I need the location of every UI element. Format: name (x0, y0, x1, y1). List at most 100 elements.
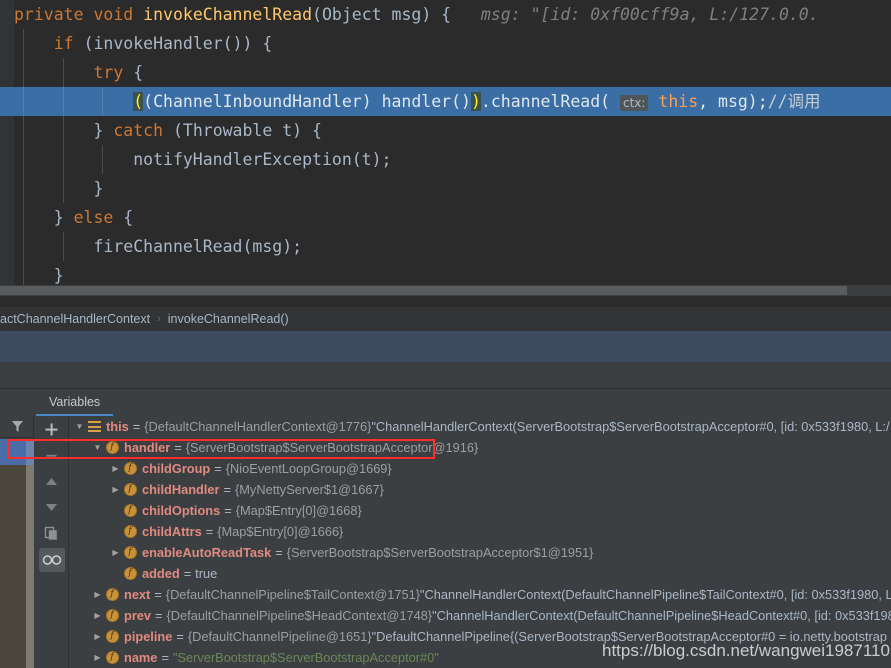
variable-tostring: "ChannelHandlerContext(DefaultChannelPip… (432, 608, 891, 623)
expand-arrow-none (109, 563, 122, 584)
filter-button[interactable] (0, 416, 34, 438)
copy-value-button[interactable] (35, 520, 69, 546)
editor-horizontal-scrollbar[interactable] (0, 285, 891, 296)
code-line[interactable]: } catch (Throwable t) { (0, 116, 891, 145)
expand-arrow-none (109, 500, 122, 521)
variable-value: {MyNettyServer$1@1667} (235, 482, 384, 497)
variable-value: {Map$Entry[0]@1666} (217, 524, 344, 539)
code-token: , msg); (698, 92, 768, 111)
debugger-frames-band (0, 331, 891, 362)
indent-guide (23, 116, 24, 145)
code-token: if (53, 34, 84, 53)
variable-equals: = (275, 545, 283, 560)
tab-variables-label: Variables (49, 394, 101, 409)
variable-value: {ServerBootstrap$ServerBootstrapAcceptor… (185, 440, 479, 455)
variable-tostring: "ChannelHandlerContext(DefaultChannelPip… (419, 587, 891, 602)
variable-row[interactable]: ▶ f next = {DefaultChannelPipeline$TailConte… (69, 584, 891, 605)
variable-equals: = (205, 524, 214, 539)
variable-row[interactable]: ▶ f childHandler = {MyNettyServer$1@1667} (69, 479, 891, 500)
variable-row[interactable]: ▶ f prev = {DefaultChannelPipeline$HeadConte… (69, 605, 891, 626)
breadcrumb-method[interactable]: invokeChannelRead() (168, 312, 289, 326)
code-line[interactable]: notifyHandlerException(t); (0, 145, 891, 174)
variable-row[interactable]: ▶ f childGroup = {NioEventLoopGroup@1669} (69, 458, 891, 479)
expand-arrow-closed-icon[interactable]: ▶ (109, 458, 122, 479)
code-token: private (14, 5, 94, 24)
expand-arrow-open-icon[interactable]: ▼ (91, 437, 104, 458)
expand-arrow-closed-icon[interactable]: ▶ (91, 647, 104, 668)
code-editor[interactable]: private void invokeChannelRead(Object ms… (0, 0, 891, 296)
field-icon: f (104, 650, 120, 666)
code-line[interactable]: ((ChannelInboundHandler) handler()).chan… (0, 87, 891, 116)
source-code[interactable]: private void invokeChannelRead(Object ms… (0, 0, 891, 296)
variable-row[interactable]: ▶ f enableAutoReadTask = {ServerBootstrap$Se… (69, 542, 891, 563)
expand-arrow-open-icon[interactable]: ▼ (73, 416, 86, 437)
expand-arrow-closed-icon[interactable]: ▶ (91, 584, 104, 605)
code-token: { (123, 208, 134, 227)
scrollbar-thumb[interactable] (0, 286, 847, 295)
expand-arrow-none (109, 521, 122, 542)
code-line[interactable]: if (invokeHandler()) { (0, 29, 891, 58)
add-watch-button[interactable] (35, 416, 69, 442)
code-token: try (93, 63, 134, 82)
code-line[interactable]: } else { (0, 203, 891, 232)
code-token: //调用 (767, 92, 821, 111)
variable-tostring: "ChannelHandlerContext(ServerBootstrap$S… (371, 419, 890, 434)
code-line[interactable]: private void invokeChannelRead(Object ms… (0, 0, 891, 29)
variable-name: childGroup (142, 461, 211, 476)
variable-value: {DefaultChannelHandlerContext@1776} (144, 419, 372, 434)
variable-equals: = (176, 629, 184, 644)
expand-arrow-closed-icon[interactable]: ▶ (91, 626, 104, 647)
code-token: ( (133, 92, 144, 111)
frames-scroll-top (26, 439, 34, 465)
copy-icon (44, 526, 57, 540)
field-icon: f (122, 503, 138, 519)
variable-row[interactable]: f childOptions = {Map$Entry[0]@1668} (69, 500, 891, 521)
variable-row[interactable]: ▼ this = {DefaultChannelHandlerContext@1776… (69, 416, 891, 437)
code-line[interactable]: try { (0, 58, 891, 87)
indent-guide (62, 145, 64, 174)
variable-equals: = (155, 608, 163, 623)
breadcrumb-class[interactable]: actChannelHandlerContext (0, 312, 150, 326)
indent-guide (23, 29, 24, 58)
field-icon: f (122, 566, 138, 582)
variable-row[interactable]: f childAttrs = {Map$Entry[0]@1666} (69, 521, 891, 542)
indent-guide (23, 87, 24, 116)
breadcrumb[interactable]: actChannelHandlerContext › invokeChannel… (0, 307, 891, 331)
variable-name: pipeline (124, 629, 173, 644)
code-token: ) (470, 92, 481, 111)
ide-debugger-screen: private void invokeChannelRead(Object ms… (0, 0, 891, 668)
variable-equals: = (132, 419, 141, 434)
variable-equals: = (224, 503, 232, 518)
field-icon: f (104, 440, 120, 456)
stack-icon (86, 419, 102, 435)
variable-value: {Map$Entry[0]@1668} (235, 503, 362, 518)
variable-equals: = (214, 461, 222, 476)
move-down-button[interactable] (35, 494, 69, 520)
code-line[interactable]: fireChannelRead(msg); (0, 232, 891, 261)
filter-icon (11, 421, 23, 432)
move-up-button[interactable] (35, 468, 69, 494)
variable-value: true (195, 566, 218, 581)
field-icon: f (104, 629, 120, 645)
debugger-tabbar[interactable]: Variables (0, 389, 891, 416)
code-token: } (14, 266, 64, 285)
remove-watch-button[interactable] (35, 442, 69, 468)
variable-row[interactable]: f added = true (69, 563, 891, 584)
variable-row[interactable]: ▼ f handler = {ServerBootstrap$ServerBootstr… (69, 437, 891, 458)
expand-arrow-closed-icon[interactable]: ▶ (109, 479, 122, 500)
variables-toolbar[interactable] (35, 416, 69, 668)
variable-name: name (124, 650, 158, 665)
expand-arrow-closed-icon[interactable]: ▶ (91, 605, 104, 626)
tab-variables[interactable]: Variables (36, 389, 114, 416)
variable-name: prev (124, 608, 152, 623)
plus-icon (45, 423, 58, 435)
variable-name: childOptions (142, 503, 221, 518)
variables-tree[interactable]: ▼ this = {DefaultChannelHandlerContext@1776… (69, 416, 891, 668)
code-line[interactable]: } (0, 174, 891, 203)
expand-arrow-closed-icon[interactable]: ▶ (109, 542, 122, 563)
code-token: { (133, 63, 144, 82)
indent-guide (62, 58, 64, 87)
frames-scrollbar[interactable] (26, 465, 34, 668)
watches-toggle-button[interactable] (38, 548, 65, 572)
